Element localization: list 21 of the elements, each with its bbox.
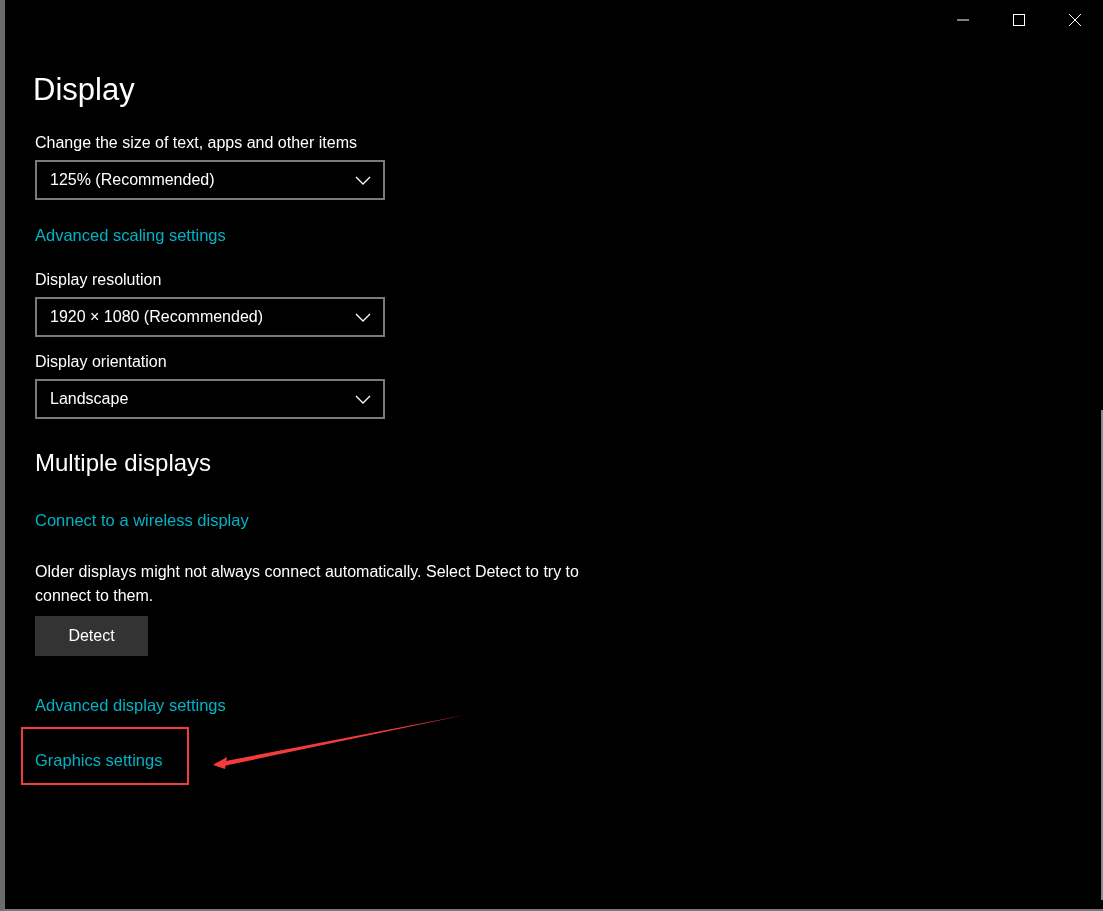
settings-link[interactable]: Connect to a wireless display (35, 511, 249, 530)
settings-link[interactable]: Graphics settings (35, 751, 163, 770)
settings-link[interactable]: Advanced scaling settings (35, 226, 226, 245)
field-label: Display orientation (35, 353, 168, 371)
dropdown[interactable]: Landscape (35, 379, 385, 419)
close-icon (1068, 13, 1082, 27)
dropdown[interactable]: 1920 × 1080 (Recommended) (35, 297, 385, 337)
scroll-bar[interactable] (1101, 410, 1103, 900)
dropdown[interactable]: 125% (Recommended) (35, 160, 385, 200)
chevron-down-icon (355, 175, 371, 185)
minimize-icon (957, 19, 969, 21)
chevron-down-icon (355, 312, 371, 322)
settings-link[interactable]: Advanced display settings (35, 696, 226, 715)
maximize-icon (1013, 14, 1025, 26)
detect-button[interactable]: Detect (35, 616, 148, 656)
window-title: Display (33, 71, 136, 109)
field-label: Display resolution (35, 271, 163, 289)
info-text: Older displays might not always connect automatically. Select Detect to try to connect to them. (35, 562, 580, 606)
section-heading: Multiple displays (35, 449, 213, 477)
field-label: Change the size of text, apps and other items (35, 134, 358, 152)
chevron-down-icon (355, 394, 371, 404)
